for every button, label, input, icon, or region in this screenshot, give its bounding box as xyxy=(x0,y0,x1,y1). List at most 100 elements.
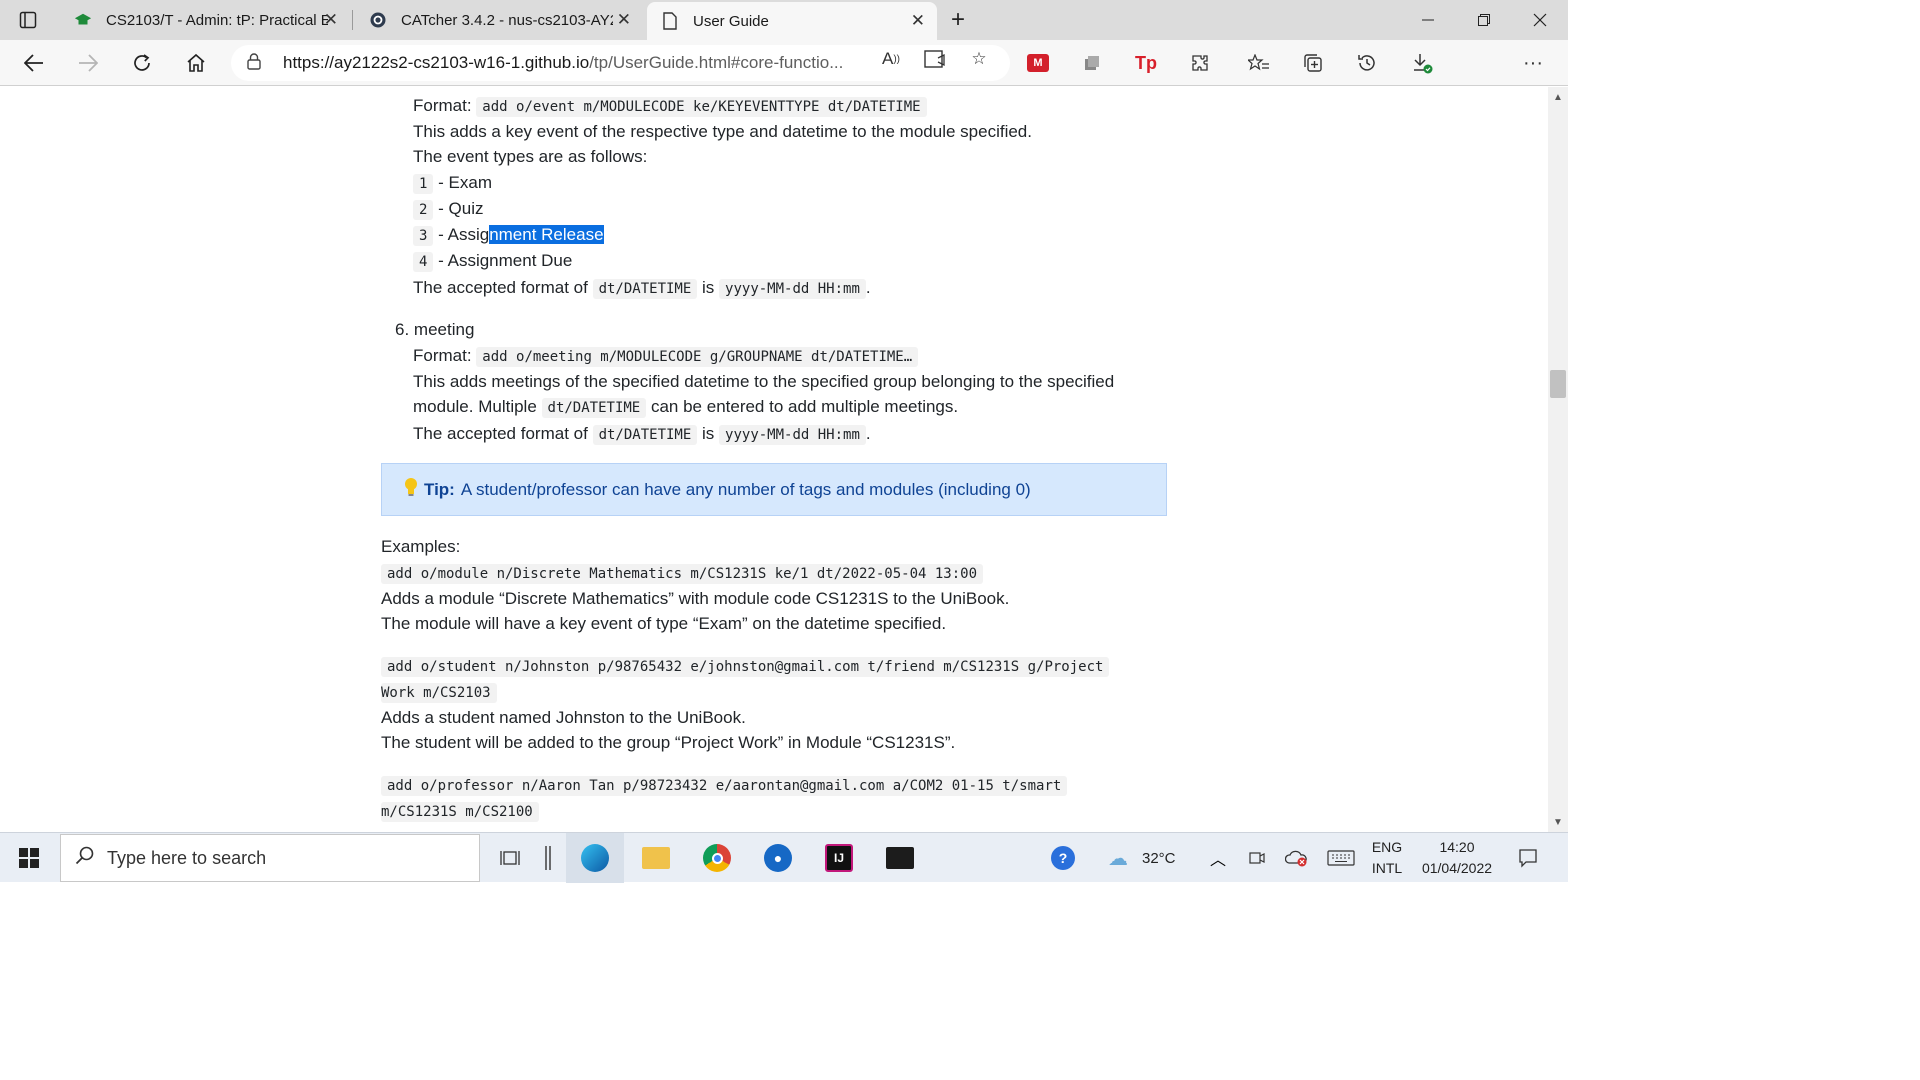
collections-icon[interactable] xyxy=(1300,50,1326,76)
meeting-title: meeting xyxy=(413,320,475,339)
tab-admin[interactable]: CS2103/T - Admin: tP: Practical E ✕ xyxy=(60,0,350,40)
more-menu-icon[interactable]: ··· xyxy=(1520,50,1546,76)
example-code: add o/professor n/Aaron Tan p/98723432 e… xyxy=(381,773,1068,798)
event-type-label: - Quiz xyxy=(433,199,484,218)
home-icon[interactable] xyxy=(180,48,212,78)
tip-label: Tip: xyxy=(424,479,455,499)
meeting-heading: 6. meeting xyxy=(395,318,474,342)
clock-date: 01/04/2022 xyxy=(1421,860,1493,876)
event-type-item: 2 - Quiz xyxy=(413,197,484,222)
read-aloud-icon[interactable]: A)) xyxy=(878,48,904,70)
clock-time: 14:20 xyxy=(1439,839,1475,855)
chrome-icon xyxy=(703,844,731,872)
tab-user-guide[interactable]: User Guide ✕ xyxy=(647,2,937,40)
tab-catcher[interactable]: CATcher 3.4.2 - nus-cs2103-AY21 ✕ xyxy=(355,0,643,40)
catcher-icon xyxy=(369,11,387,29)
page-icon xyxy=(661,12,679,30)
cloud-icon: ☁ xyxy=(1108,847,1128,870)
keyboard-icon[interactable] xyxy=(1325,833,1357,883)
file-explorer-taskbar-icon[interactable] xyxy=(627,833,685,883)
terminal-taskbar-icon[interactable] xyxy=(871,833,929,883)
url-domain: https://ay2122s2-cs2103-w16-1.github.io xyxy=(283,53,590,72)
format-label: Format: xyxy=(413,346,472,365)
intellij-icon: IJ xyxy=(825,844,853,872)
chrome-taskbar-icon[interactable] xyxy=(688,833,746,883)
folder-icon xyxy=(642,847,670,869)
close-window-icon[interactable] xyxy=(1512,0,1568,40)
examples-label: Examples: xyxy=(381,537,461,556)
history-icon[interactable] xyxy=(1354,50,1380,76)
tp-extension-icon[interactable]: Tp xyxy=(1133,50,1159,76)
minimize-icon[interactable] xyxy=(1400,0,1456,40)
datetime-code: dt/DATETIME xyxy=(592,279,698,299)
format-label: Format: xyxy=(413,96,472,115)
event-type-label: - Assignment Due xyxy=(433,251,573,270)
favorites-icon[interactable] xyxy=(1246,50,1272,76)
example-3-code: add o/professor n/Aaron Tan p/98723432 e… xyxy=(381,776,1068,796)
taskbar-clock[interactable]: 14:20 01/04/2022 xyxy=(1412,837,1502,879)
task-view-icon[interactable] xyxy=(492,833,528,883)
edge-taskbar-icon[interactable] xyxy=(566,833,624,883)
tip-box: Tip: A student/professor can have any nu… xyxy=(381,463,1167,516)
tab-actions-icon[interactable] xyxy=(2,0,54,40)
url-text[interactable]: https://ay2122s2-cs2103-w16-1.github.io/… xyxy=(283,53,863,73)
meeting-desc-text: module. Multiple xyxy=(413,397,537,416)
downloads-icon[interactable] xyxy=(1409,50,1435,76)
meeting-description: This adds meetings of the specified date… xyxy=(413,372,1115,391)
edge-icon xyxy=(581,844,609,872)
help-icon: ? xyxy=(1051,846,1075,870)
weather-temperature: 32°C xyxy=(1142,849,1176,867)
example-2-description: Adds a student named Johnston to the Uni… xyxy=(381,708,746,727)
widgets-divider-icon[interactable] xyxy=(538,833,558,883)
example-2-code: add o/student n/Johnston p/98765432 e/jo… xyxy=(381,657,1110,677)
tab-bar: CS2103/T - Admin: tP: Practical E ✕ CATc… xyxy=(0,0,1568,40)
example-code-cont: m/CS1231S m/CS2100 xyxy=(381,799,539,824)
notifications-icon[interactable] xyxy=(1510,833,1546,883)
help-tray-icon[interactable]: ? xyxy=(1043,833,1083,883)
new-tab-icon[interactable]: + xyxy=(932,0,984,40)
taskbar-search[interactable]: Type here to search xyxy=(60,834,480,882)
datetime-code: dt/DATETIME xyxy=(592,425,698,445)
mendeley-extension-icon[interactable]: M xyxy=(1027,54,1049,72)
scrollbar[interactable] xyxy=(1548,87,1568,832)
scroll-down-icon[interactable]: ▼ xyxy=(1552,817,1564,829)
refresh-icon[interactable] xyxy=(126,48,158,78)
close-tab-icon[interactable]: ✕ xyxy=(324,10,338,30)
accepted-text: The accepted format of xyxy=(413,278,588,297)
event-type-label: - Assig xyxy=(433,225,490,244)
windows-start-icon[interactable] xyxy=(0,833,58,883)
event-format-code: add o/event m/MODULECODE ke/KEYEVENTTYPE… xyxy=(476,97,927,117)
tab-title: CS2103/T - Admin: tP: Practical E xyxy=(106,11,328,29)
search-icon xyxy=(75,845,95,871)
meet-now-icon[interactable] xyxy=(1245,833,1269,883)
weather-widget[interactable]: ☁ 32°C xyxy=(1108,833,1176,883)
lock-icon[interactable] xyxy=(247,52,267,74)
meeting-desc-text: can be entered to add multiple meetings. xyxy=(650,397,959,416)
scrollbar-thumb[interactable] xyxy=(1550,370,1566,398)
restore-icon[interactable] xyxy=(1456,0,1512,40)
navigation-bar: https://ay2122s2-cs2103-w16-1.github.io/… xyxy=(0,40,1568,118)
terminal-icon xyxy=(886,847,914,869)
selected-text: nment Release xyxy=(489,225,604,244)
scroll-up-icon[interactable]: ▲ xyxy=(1552,92,1564,104)
close-tab-icon[interactable]: ✕ xyxy=(911,11,925,31)
tab-title: CATcher 3.4.2 - nus-cs2103-AY21 xyxy=(401,11,613,29)
onedrive-error-icon[interactable] xyxy=(1283,833,1311,883)
extensions-icon[interactable] xyxy=(1187,50,1213,76)
chevron-up-icon[interactable]: ︿ xyxy=(1206,833,1230,883)
add-favorite-icon[interactable]: ☆ xyxy=(966,48,992,70)
language-indicator[interactable]: ENG INTL xyxy=(1366,837,1408,879)
example-code-cont: Work m/CS2103 xyxy=(381,680,497,705)
close-tab-icon[interactable]: ✕ xyxy=(617,10,631,30)
forward-icon[interactable] xyxy=(72,48,104,78)
immersive-reader-icon[interactable] xyxy=(922,48,948,70)
back-icon[interactable] xyxy=(18,48,50,78)
example-3-code-cont: m/CS1231S m/CS2100 xyxy=(381,802,539,822)
tab-separator xyxy=(352,10,353,30)
location-pin-icon: ● xyxy=(764,844,792,872)
maps-taskbar-icon[interactable]: ● xyxy=(749,833,807,883)
url-path: /tp/UserGuide.html#core-functio... xyxy=(589,53,844,72)
intellij-taskbar-icon[interactable]: IJ xyxy=(810,833,868,883)
example-code: add o/module n/Discrete Mathematics m/CS… xyxy=(381,561,984,586)
extension-stack-icon[interactable] xyxy=(1079,50,1105,76)
